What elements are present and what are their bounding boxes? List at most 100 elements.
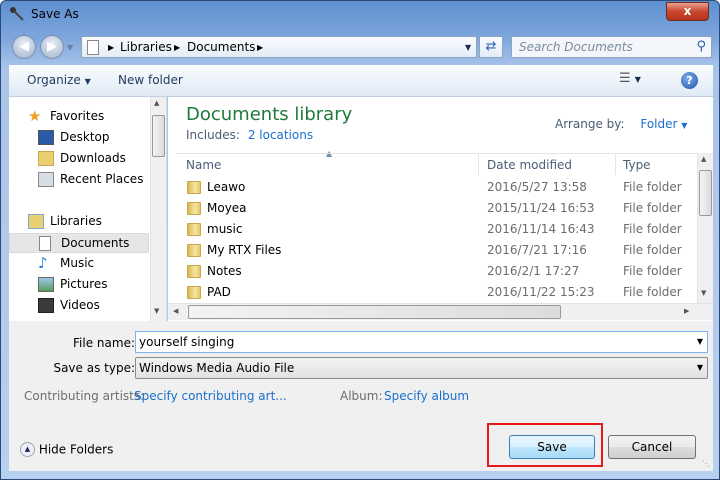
nav-videos[interactable]: Videos [9, 296, 149, 316]
file-row[interactable]: Notes 2016/2/1 17:27 File folder [168, 261, 696, 282]
column-name[interactable]: Name [186, 158, 221, 172]
videos-icon [38, 298, 54, 313]
arrange-label: Arrange by: [555, 117, 625, 131]
file-row[interactable]: PAD 2016/11/22 15:23 File folder [168, 282, 696, 303]
organize-button[interactable]: Organize ▼ [27, 73, 91, 87]
nav-libraries[interactable]: Libraries [9, 212, 149, 232]
breadcrumb-separator: ▶ [174, 43, 181, 52]
documents-icon [39, 236, 51, 251]
arrange-value: Folder [640, 117, 678, 131]
nav-scrollbar[interactable]: ▲ ▼ [150, 97, 166, 321]
file-row[interactable]: Moyea 2015/11/24 16:53 File folder [168, 198, 696, 219]
file-type: File folder [623, 264, 682, 278]
cancel-button[interactable]: Cancel [608, 435, 696, 459]
resize-grip-icon[interactable]: ⋱ [702, 459, 710, 468]
search-placeholder: Search Documents [519, 40, 633, 54]
folder-icon [187, 181, 201, 194]
libraries-icon [28, 214, 44, 229]
file-scrollbar-vertical[interactable]: ▲ ▼ [697, 153, 713, 303]
file-date: 2016/11/14 16:43 [487, 222, 595, 236]
nav-documents[interactable]: Documents [9, 233, 149, 253]
scroll-right-arrow[interactable]: ▶ [684, 307, 689, 315]
file-row[interactable]: Leawo 2016/5/27 13:58 File folder [168, 177, 696, 198]
hide-folders-label: Hide Folders [38, 442, 114, 457]
document-icon [87, 40, 99, 55]
organize-label: Organize [27, 73, 81, 87]
star-icon: ★ [28, 107, 42, 125]
chevron-down-icon[interactable]: ▼ [697, 337, 703, 346]
scroll-down-arrow[interactable]: ▼ [701, 289, 706, 297]
file-name-input[interactable]: yourself singing ▼ [135, 331, 708, 353]
scroll-up-arrow[interactable]: ▲ [701, 155, 706, 163]
navigation-pane: ★ Favorites Desktop Downloads Recent Plac… [9, 97, 167, 321]
horizontal-scroll-thumb[interactable] [188, 305, 561, 319]
new-folder-button[interactable]: New folder [118, 73, 183, 87]
refresh-button[interactable]: ⇄ [479, 36, 503, 58]
nav-scroll-thumb[interactable] [152, 115, 165, 157]
scroll-left-arrow[interactable]: ◀ [173, 307, 178, 315]
arrange-by: Arrange by: Folder ▼ [555, 117, 687, 131]
save-form: File name: yourself singing ▼ Save as ty… [9, 321, 713, 471]
save-type-label: Save as type: [53, 361, 135, 375]
scroll-down-arrow[interactable]: ▼ [154, 307, 159, 315]
search-icon[interactable]: ⚲ [696, 39, 706, 54]
help-icon[interactable]: ? [681, 72, 698, 89]
file-pane: Documents library Includes: 2 locations … [168, 97, 713, 321]
locations-link[interactable]: 2 locations [248, 128, 313, 142]
chevron-down-icon[interactable]: ▼ [697, 363, 703, 372]
file-date: 2016/5/27 13:58 [487, 180, 587, 194]
breadcrumb-libraries[interactable]: Libraries [120, 40, 172, 54]
breadcrumb-separator[interactable]: ▶ [257, 43, 263, 52]
album-label: Album: [340, 389, 383, 403]
breadcrumb-documents[interactable]: Documents [187, 40, 255, 54]
file-type: File folder [623, 285, 682, 299]
artists-link[interactable]: Specify contributing art... [134, 389, 287, 403]
file-name: My RTX Files [207, 243, 282, 257]
file-type: File folder [623, 222, 682, 236]
search-input[interactable]: Search Documents ⚲ [511, 36, 712, 58]
folder-icon [187, 223, 201, 236]
recent-places-icon [38, 172, 54, 187]
hide-folders-button[interactable]: ▲ Hide Folders [20, 442, 113, 457]
nav-music[interactable]: ♪ Music [9, 254, 149, 274]
includes-label: Includes: [186, 128, 240, 142]
file-row[interactable]: My RTX Files 2016/7/21 17:16 File folder [168, 240, 696, 261]
file-type: File folder [623, 201, 682, 215]
file-row[interactable]: music 2016/11/14 16:43 File folder [168, 219, 696, 240]
file-type: File folder [623, 243, 682, 257]
column-type[interactable]: Type [623, 158, 651, 172]
music-icon: ♪ [38, 254, 48, 272]
column-date-modified[interactable]: Date modified [487, 158, 572, 172]
file-date: 2015/11/24 16:53 [487, 201, 595, 215]
view-options-icon[interactable]: ☰ ▼ [619, 71, 641, 86]
file-name: Leawo [207, 180, 246, 194]
save-button[interactable]: Save [509, 435, 595, 459]
nav-pictures[interactable]: Pictures [9, 275, 149, 295]
address-dropdown-icon[interactable]: ▼ [465, 43, 471, 52]
file-scroll-thumb[interactable] [699, 170, 712, 216]
address-bar[interactable]: ▶ Libraries ▶ Documents ▶ ▼ [81, 36, 477, 58]
recent-pages-dropdown[interactable]: ▼ [67, 43, 73, 52]
folder-icon [187, 244, 201, 257]
save-as-dialog: Save As x ◀ ▶ ▼ ▶ Libraries ▶ Documents … [0, 0, 720, 480]
nav-favorites[interactable]: ★ Favorites [9, 107, 149, 127]
nav-desktop[interactable]: Desktop [9, 128, 149, 148]
forward-button[interactable]: ▶ [40, 35, 64, 59]
file-type: File folder [623, 180, 682, 194]
downloads-icon [38, 151, 54, 166]
nav-recent-places[interactable]: Recent Places [9, 170, 149, 190]
arrange-dropdown[interactable]: Folder ▼ [640, 117, 687, 131]
file-name: Moyea [207, 201, 247, 215]
close-button[interactable]: x [666, 2, 709, 21]
album-link[interactable]: Specify album [384, 389, 469, 403]
window-title: Save As [31, 7, 79, 21]
scroll-up-arrow[interactable]: ▲ [154, 99, 159, 107]
library-title: Documents library [186, 104, 353, 125]
save-type-select[interactable]: Windows Media Audio File ▼ [135, 357, 708, 379]
file-name-value: yourself singing [139, 335, 235, 349]
back-button[interactable]: ◀ [12, 35, 36, 59]
nav-downloads[interactable]: Downloads [9, 149, 149, 169]
file-scrollbar-horizontal[interactable]: ◀ ▶ [168, 303, 713, 320]
artists-label: Contributing artists: [24, 389, 145, 403]
file-name: Notes [207, 264, 242, 278]
